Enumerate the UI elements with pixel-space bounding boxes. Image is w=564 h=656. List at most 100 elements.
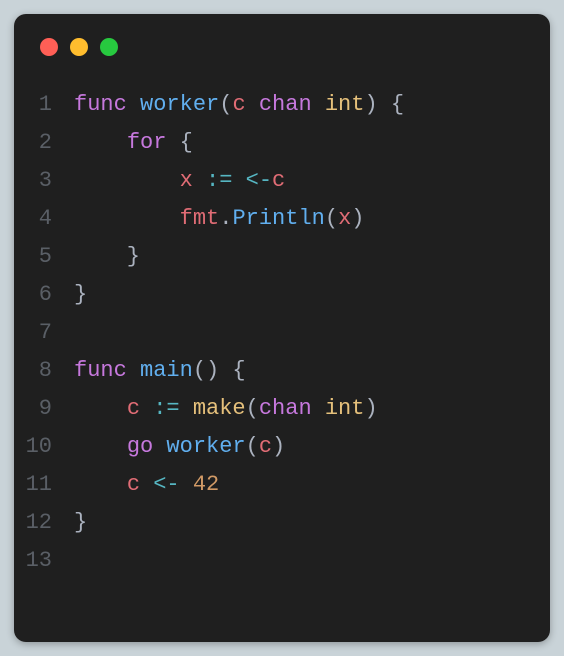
token-type: int <box>325 92 365 117</box>
zoom-icon[interactable] <box>100 38 118 56</box>
token-plain <box>74 396 127 421</box>
code-line: 13 <box>14 542 550 580</box>
line-content: c := make(chan int) <box>74 390 550 428</box>
token-plain: ) <box>364 396 377 421</box>
token-plain <box>232 168 245 193</box>
token-keyword: for <box>127 130 167 155</box>
code-window: 1func worker(c chan int) {2 for {3 x := … <box>14 14 550 642</box>
code-line: 8func main() { <box>14 352 550 390</box>
token-var: x <box>180 168 193 193</box>
line-number: 8 <box>14 352 74 390</box>
line-number: 5 <box>14 238 74 276</box>
code-line: 7 <box>14 314 550 352</box>
code-line: 9 c := make(chan int) <box>14 390 550 428</box>
token-func: Println <box>232 206 324 231</box>
line-number: 9 <box>14 390 74 428</box>
token-plain <box>140 472 153 497</box>
code-line: 11 c <- 42 <box>14 466 550 504</box>
token-op: <- <box>246 168 272 193</box>
code-line: 5 } <box>14 238 550 276</box>
token-plain: () { <box>193 358 246 383</box>
line-content: func main() { <box>74 352 550 390</box>
token-plain: ( <box>219 92 232 117</box>
token-plain: } <box>74 244 140 269</box>
token-var: c <box>272 168 285 193</box>
token-keyword: chan <box>259 92 312 117</box>
line-content <box>74 542 550 580</box>
line-number: 2 <box>14 124 74 162</box>
line-number: 7 <box>14 314 74 352</box>
token-plain <box>74 206 180 231</box>
token-plain <box>140 396 153 421</box>
line-content: func worker(c chan int) { <box>74 86 550 124</box>
token-plain: ) <box>272 434 285 459</box>
line-content: for { <box>74 124 550 162</box>
code-line: 10 go worker(c) <box>14 428 550 466</box>
token-var: fmt <box>180 206 220 231</box>
token-op: := <box>206 168 232 193</box>
token-plain: } <box>74 282 87 307</box>
code-line: 6} <box>14 276 550 314</box>
line-number: 12 <box>14 504 74 542</box>
line-number: 10 <box>14 428 74 466</box>
line-content: } <box>74 276 550 314</box>
token-plain: ( <box>246 434 259 459</box>
token-keyword: func <box>74 92 140 117</box>
token-plain <box>312 92 325 117</box>
token-plain: ( <box>325 206 338 231</box>
token-func: worker <box>140 92 219 117</box>
code-line: 3 x := <-c <box>14 162 550 200</box>
token-keyword: chan <box>259 396 312 421</box>
token-plain <box>74 434 127 459</box>
line-content: go worker(c) <box>74 428 550 466</box>
token-func: worker <box>166 434 245 459</box>
token-type: int <box>325 396 365 421</box>
line-number: 6 <box>14 276 74 314</box>
token-plain: ) { <box>364 92 404 117</box>
titlebar <box>14 14 550 74</box>
minimize-icon[interactable] <box>70 38 88 56</box>
token-plain <box>193 168 206 193</box>
token-plain <box>74 168 180 193</box>
token-type: make <box>193 396 246 421</box>
line-content <box>74 314 550 352</box>
token-plain: . <box>219 206 232 231</box>
token-plain <box>74 130 127 155</box>
token-func: main <box>140 358 193 383</box>
token-var: x <box>338 206 351 231</box>
token-plain <box>312 396 325 421</box>
token-op: := <box>153 396 179 421</box>
code-line: 4 fmt.Println(x) <box>14 200 550 238</box>
token-plain <box>74 472 127 497</box>
token-op: <- <box>153 472 179 497</box>
line-content: } <box>74 504 550 542</box>
token-plain <box>246 92 259 117</box>
token-keyword: func <box>74 358 140 383</box>
code-line: 2 for { <box>14 124 550 162</box>
line-content: } <box>74 238 550 276</box>
line-content: fmt.Println(x) <box>74 200 550 238</box>
token-keyword: go <box>127 434 153 459</box>
token-var: c <box>232 92 245 117</box>
code-editor[interactable]: 1func worker(c chan int) {2 for {3 x := … <box>14 74 550 580</box>
token-plain: ) <box>351 206 364 231</box>
token-var: c <box>259 434 272 459</box>
line-number: 1 <box>14 86 74 124</box>
line-number: 13 <box>14 542 74 580</box>
line-number: 3 <box>14 162 74 200</box>
line-content: c <- 42 <box>74 466 550 504</box>
line-content: x := <-c <box>74 162 550 200</box>
code-line: 1func worker(c chan int) { <box>14 86 550 124</box>
line-number: 11 <box>14 466 74 504</box>
token-plain: ( <box>246 396 259 421</box>
token-plain <box>180 396 193 421</box>
token-plain: } <box>74 510 87 535</box>
close-icon[interactable] <box>40 38 58 56</box>
line-number: 4 <box>14 200 74 238</box>
token-plain <box>180 472 193 497</box>
code-line: 12} <box>14 504 550 542</box>
token-plain <box>153 434 166 459</box>
token-var: c <box>127 396 140 421</box>
token-var: c <box>127 472 140 497</box>
token-number: 42 <box>193 472 219 497</box>
